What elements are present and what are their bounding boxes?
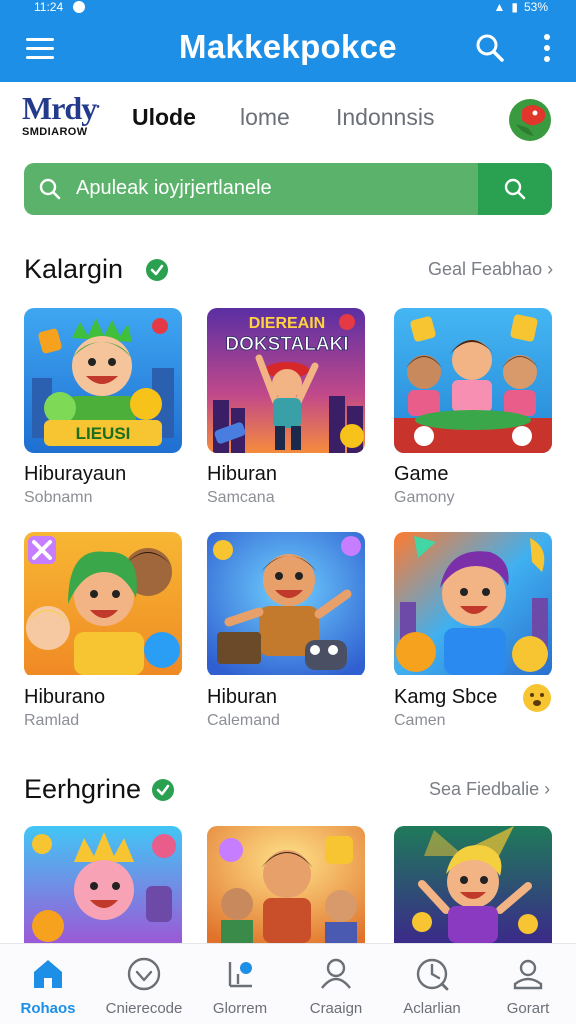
brand-logo[interactable]: Mrdy• SMDIAROW [22,92,114,148]
nav-label: Rohaos [20,1000,76,1017]
search-field-icon [39,178,61,200]
avatar[interactable] [508,98,552,142]
game-thumbnail [207,532,365,675]
brand-row: Mrdy• SMDIAROW Ulode lome Indonnsis [0,82,576,156]
card-title: Game [394,463,449,485]
see-all-label: Sea Fiedbalie [429,779,540,799]
nav-label: Craaign [309,1000,363,1017]
verified-check-icon [152,779,174,801]
card-subtitle: Sobnamn [24,489,93,506]
game-thumbnail [24,826,182,943]
profile-icon [513,959,543,990]
chevron-right-icon: › [539,779,551,799]
game-thumbnail [207,826,365,943]
app-bar: Makkekpokce [0,14,576,82]
tab-home[interactable]: lome [240,104,290,131]
game-card[interactable] [24,826,182,943]
nav-label: Glorrem [212,1000,268,1017]
nav-label: Cnierecode [105,1000,183,1017]
nav-label: Aclarlian [403,1000,461,1017]
poster-title-1: DIEREAIN [249,315,325,332]
card-subtitle: Camen [394,712,446,729]
emoji-badge-icon [522,683,552,713]
tab-indonesia[interactable]: Indonnsis [336,104,434,131]
nav-item-profile[interactable]: Gorart [480,944,576,1024]
see-all-link[interactable]: Sea Fiedbalie › [429,779,550,800]
verified-check-icon [146,259,168,281]
section-title: Eerhgrine [24,774,142,804]
signal-icon: ▲ [493,0,506,14]
battery-level: 53% [523,0,548,14]
card-subtitle: Calemand [207,712,280,729]
game-card[interactable] [394,532,552,677]
chart-icon [228,962,252,988]
card-title: Kamg Sbce [394,686,498,708]
game-card[interactable]: DIEREAIN DOKSTALAKI [207,308,365,453]
search-button[interactable] [478,163,552,215]
game-thumbnail: LIEUSI [24,308,182,453]
more-options-icon[interactable] [540,34,554,62]
game-card[interactable] [207,826,365,943]
nav-item-home[interactable]: Rohaos [0,944,96,1024]
game-card[interactable] [394,826,552,943]
person-icon [321,958,351,989]
nav-label: Gorart [506,1000,550,1017]
search-placeholder: Apuleak ioyjrjertlanele [76,177,272,199]
bottom-navigation: Rohaos Cnierecode Glorrem Craaign Aclarl… [0,943,576,1024]
game-thumbnail [394,826,552,943]
game-card[interactable] [394,308,552,453]
heart-icon [127,957,161,991]
game-thumbnail [24,532,182,675]
card-title: Hiburan [207,463,278,485]
card-subtitle: Gamony [394,489,455,506]
card-subtitle: Ramlad [24,712,80,729]
status-time: 11:24 [34,0,64,14]
clock-icon [416,958,449,991]
tab-ulode[interactable]: Ulode [132,104,196,131]
game-card[interactable] [207,532,365,677]
chevron-right-icon: › [542,259,554,279]
nav-item-favorites[interactable]: Cnierecode [96,944,192,1024]
logo-text: Mrdy [22,90,97,126]
card-title: Hiburano [24,686,106,708]
nav-item-activity[interactable]: Aclarlian [384,944,480,1024]
search-input[interactable]: Apuleak ioyjrjertlanele [24,163,552,215]
game-thumbnail: DIEREAIN DOKSTALAKI [207,308,365,453]
nav-item-people[interactable]: Craaign [288,944,384,1024]
badge-text: LIEUSI [76,424,131,443]
nav-item-charts[interactable]: Glorrem [192,944,288,1024]
home-icon [34,960,62,988]
search-icon[interactable] [474,32,506,64]
game-thumbnail [394,532,552,675]
card-title: Hiburayaun [24,463,127,485]
status-bar: 11:24 ▲ ▮ 53% [0,0,576,14]
search-icon [504,178,526,200]
see-all-label: Geal Feabhao [428,259,543,279]
logo-subtitle: SMDIAROW [22,126,88,138]
card-subtitle: Samcana [207,489,275,506]
poster-title-2: DOKSTALAKI [225,334,348,355]
battery-icon: ▮ [511,0,518,14]
game-thumbnail [394,308,552,453]
card-title: Hiburan [207,686,278,708]
game-card[interactable]: LIEUSI [24,308,182,453]
notification-icon [73,1,86,13]
see-all-link[interactable]: Geal Feabhao › [428,259,553,280]
section-title: Kalargin [24,254,124,284]
game-card[interactable] [24,532,182,677]
